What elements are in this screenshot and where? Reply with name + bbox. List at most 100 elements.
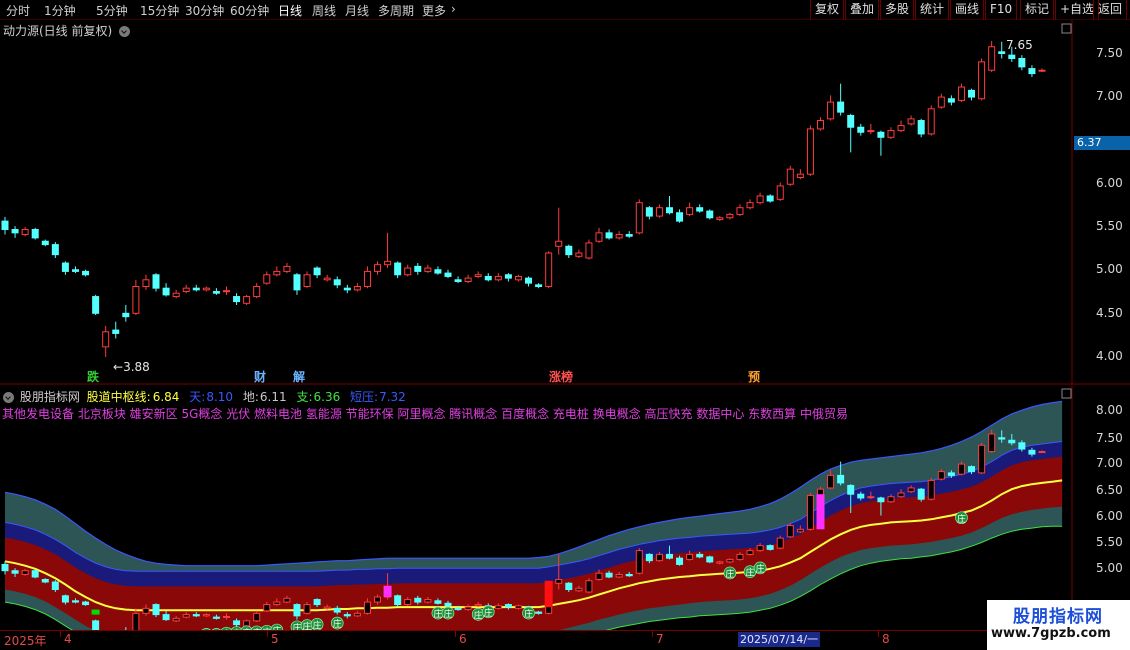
price-candle-body [454, 279, 462, 282]
overlay-button[interactable]: 叠加 [845, 0, 880, 20]
event-tag-fall[interactable]: 跌 [85, 370, 101, 384]
period-monthly[interactable]: 月线 [345, 2, 369, 19]
price-candle-body [927, 108, 935, 135]
indicator-candle-body [605, 572, 613, 578]
price-candle-body [806, 128, 814, 175]
chevron-down-icon[interactable] [119, 26, 131, 37]
indicator-candle-body [766, 545, 774, 550]
price-candle-body [645, 207, 653, 217]
indicator-candle-body [645, 553, 653, 562]
price-candle-body [253, 286, 261, 298]
period-30min[interactable]: 30分钟 [185, 2, 224, 19]
indicator-candle-body [676, 557, 684, 565]
price-candle-body [122, 312, 130, 318]
indicator-candle-body [222, 615, 230, 618]
month-label: 7 [656, 632, 664, 646]
indicator-candle-body [514, 605, 522, 609]
period-more[interactable]: 更多 [422, 2, 446, 19]
period-intraday[interactable]: 分时 [6, 2, 30, 19]
price-candle-body [1028, 68, 1036, 75]
current-price-tag: 6.37 [1074, 136, 1130, 150]
price-y-tick: 5.50 [1096, 219, 1123, 233]
mark-button[interactable]: 标记 [1020, 0, 1055, 20]
concept-tags[interactable]: 其他发电设备 北京板块 雄安新区 5G概念 光伏 燃料电池 氢能源 节能环保 阿… [2, 405, 1070, 422]
event-tag-unlock[interactable]: 解 [291, 370, 307, 384]
back-button[interactable]: 返回 [1093, 0, 1128, 20]
month-tick [267, 631, 268, 637]
price-candle-body [384, 260, 392, 266]
indicator-y-tick: 7.50 [1096, 431, 1123, 445]
period-60min[interactable]: 60分钟 [230, 2, 269, 19]
price-candle-body [786, 168, 794, 185]
period-daily[interactable]: 日线 [278, 2, 302, 19]
month-tick [652, 631, 653, 637]
price-candle-body [434, 269, 442, 274]
price-candle-body [565, 245, 573, 256]
indicator-candle-body [474, 604, 482, 607]
period-weekly[interactable]: 周线 [312, 2, 336, 19]
indicator-candle-body [374, 596, 382, 603]
event-tag-finance[interactable]: 财 [252, 370, 268, 384]
indicator-candle-body [152, 604, 160, 616]
chevron-right-icon[interactable]: › [451, 2, 456, 16]
price-candle-body [625, 234, 633, 237]
price-candle-body [887, 130, 895, 138]
event-tag-forecast[interactable]: 预 [746, 370, 762, 384]
price-candle-body [233, 296, 241, 303]
event-tag-top-gainers[interactable]: 涨榜 [547, 370, 575, 384]
multi-stock-button[interactable]: 多股 [880, 0, 915, 20]
price-y-tick: 4.00 [1096, 349, 1123, 363]
indicator-candle-body [978, 444, 986, 474]
indicator-chart[interactable]: 庄庄庄庄庄庄庄庄庄庄庄庄庄庄庄庄庄庄庄庄庄 [0, 386, 1130, 630]
indicator-candle-body [595, 572, 603, 580]
price-candle-body [363, 270, 371, 287]
indicator-candle-body [424, 599, 432, 603]
indicator-candle-body [182, 614, 190, 618]
price-chart[interactable] [0, 20, 1130, 385]
price-candle-body [484, 275, 492, 281]
month-tick [455, 631, 456, 637]
price-candle-body [706, 210, 714, 219]
price-candle-body [545, 252, 553, 287]
period-5min[interactable]: 5分钟 [96, 2, 128, 19]
indicator-candle-body [51, 581, 59, 591]
indicator-candle-body [303, 604, 311, 614]
indicator-candle-body [92, 620, 100, 630]
price-candle-body [82, 270, 90, 276]
legend-label-support: 支: [296, 390, 313, 404]
month-label: 6 [459, 632, 467, 646]
period-15min[interactable]: 15分钟 [140, 2, 179, 19]
f10-button[interactable]: F10 [985, 0, 1018, 20]
indicator-candle-body [363, 601, 371, 614]
period-1min[interactable]: 1分钟 [44, 2, 76, 19]
indicator-candle-body [192, 614, 200, 617]
price-candle-body [605, 232, 613, 239]
period-multi[interactable]: 多周期 [378, 2, 414, 19]
statistics-button[interactable]: 统计 [915, 0, 950, 20]
adjust-button[interactable]: 复权 [810, 0, 845, 20]
price-candle-body [988, 46, 996, 71]
price-candle-body [92, 296, 100, 314]
chevron-down-icon[interactable] [3, 392, 14, 403]
draw-line-button[interactable]: 画线 [950, 0, 985, 20]
indicator-candle-body [746, 550, 754, 555]
price-candle-body [817, 120, 825, 130]
price-candle-body [132, 286, 140, 314]
price-y-tick: 6.00 [1096, 176, 1123, 190]
price-candle-body [152, 274, 160, 289]
indicator-y-tick: 6.00 [1096, 509, 1123, 523]
price-candle-body [947, 98, 955, 103]
indicator-candle-body [1, 563, 9, 572]
indicator-candle-body [716, 561, 724, 564]
signal-bar-red [544, 580, 553, 608]
price-candle-body [837, 101, 845, 113]
price-candle-body [776, 185, 784, 200]
indicator-candle-body [877, 497, 885, 503]
left-arrow-icon: ← [113, 360, 124, 374]
price-candle-body [525, 277, 533, 284]
price-y-tick: 7.00 [1096, 89, 1123, 103]
indicator-candle-body [897, 492, 905, 498]
price-candle-body [474, 274, 482, 277]
price-candle-body [21, 229, 29, 236]
indicator-candle-body [988, 433, 996, 453]
